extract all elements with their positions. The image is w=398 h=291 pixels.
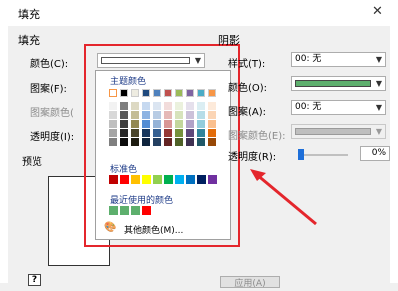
chevron-down-icon: ▼ <box>375 127 382 136</box>
fill-transparency-label: 透明度(I): <box>30 132 75 143</box>
shadow-transparency-slider-thumb[interactable] <box>298 149 304 160</box>
shadow-pattern-combo[interactable]: 00: 无 ▼ <box>291 100 386 115</box>
shadow-style-combo[interactable]: 00: 无 ▼ <box>291 52 386 67</box>
chevron-down-icon: ▼ <box>375 103 382 112</box>
apply-button[interactable]: 应用(A) <box>220 276 280 289</box>
shadow-color-swatch <box>295 80 371 87</box>
shadow-group-label: 阴影 <box>218 34 240 47</box>
shadow-pattern-color-combo[interactable]: ▼ <box>291 124 386 139</box>
shadow-color-combo[interactable]: ▼ <box>291 76 386 91</box>
shadow-pattern-value: 00: 无 <box>295 102 322 112</box>
red-highlight-box <box>84 44 240 247</box>
apply-button-label: 应用(A) <box>234 279 266 289</box>
title-bar: 填充 ✕ <box>8 0 390 26</box>
help-button[interactable]: ? <box>28 274 41 286</box>
close-icon[interactable]: ✕ <box>372 4 383 19</box>
fill-pattern-label: 图案(F): <box>30 84 67 95</box>
red-arrow-annotation <box>250 169 317 226</box>
shadow-style-label: 样式(T): <box>228 59 266 70</box>
preview-label: 预览 <box>22 157 42 168</box>
shadow-pattern-color-swatch <box>295 128 371 135</box>
shadow-pattern-color-label: 图案颜色(E): <box>228 131 286 142</box>
chevron-down-icon: ▼ <box>375 79 382 88</box>
shadow-color-label: 颜色(O): <box>228 83 268 94</box>
fill-dialog: 填充 ✕ 填充 颜色(C): 图案(F): 图案颜色( 透明度(I): 预览 ▼… <box>8 0 390 289</box>
shadow-transparency-slider-track[interactable] <box>298 154 348 156</box>
shadow-pattern-label: 图案(A): <box>228 107 267 118</box>
shadow-transparency-input[interactable]: 0% <box>360 146 390 161</box>
fill-color-label: 颜色(C): <box>30 59 69 70</box>
fill-pattern-color-label: 图案颜色( <box>30 108 74 119</box>
dialog-title: 填充 <box>18 8 40 21</box>
help-button-label: ? <box>31 275 38 285</box>
shadow-style-value: 00: 无 <box>295 54 322 64</box>
chevron-down-icon: ▼ <box>375 55 382 64</box>
fill-group-label: 填充 <box>18 34 40 47</box>
background-edge-right <box>389 0 398 283</box>
shadow-transparency-value: 0% <box>371 148 386 158</box>
